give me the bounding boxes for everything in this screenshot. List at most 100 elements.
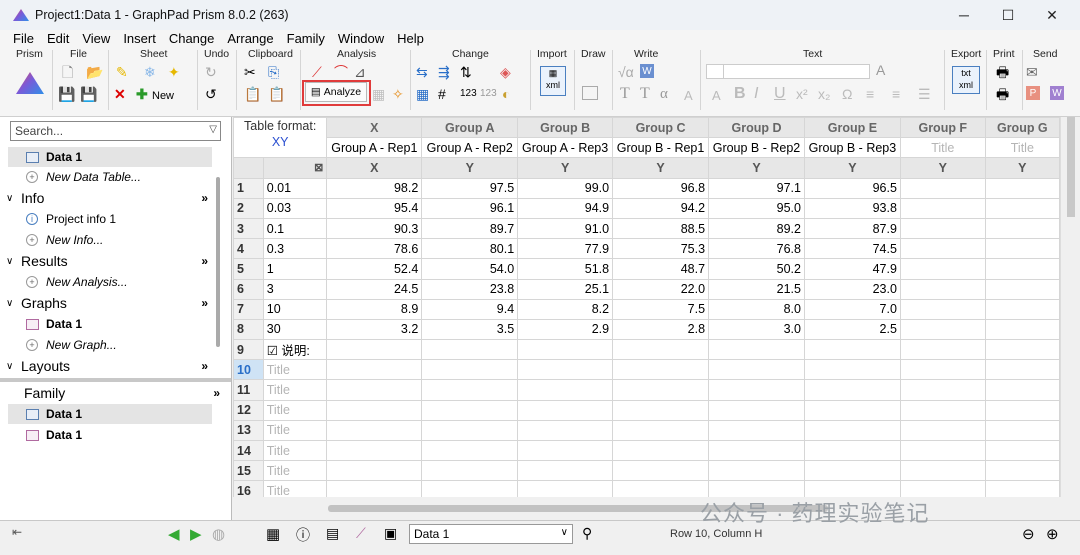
row-label[interactable]: Title xyxy=(262,460,328,482)
data-cell[interactable] xyxy=(708,339,805,361)
data-cell[interactable] xyxy=(899,339,986,361)
menu-help[interactable]: Help xyxy=(397,31,424,46)
sheet-menu-icon[interactable]: ◍ xyxy=(212,525,225,543)
results-view-icon[interactable]: ▤ xyxy=(326,525,339,542)
sidebar-item-project-info[interactable]: i Project info 1 xyxy=(26,212,116,226)
data-cell[interactable]: 97.1 xyxy=(708,177,805,199)
data-cell[interactable] xyxy=(708,439,805,462)
analysis-chart-icon[interactable]: ⊿ xyxy=(354,64,366,80)
data-cell[interactable]: 24.5 xyxy=(326,278,423,300)
horizontal-scrollbar[interactable] xyxy=(233,497,1080,520)
line-spacing-icon[interactable]: ☰ xyxy=(918,86,931,102)
data-cell[interactable]: 89.7 xyxy=(421,217,519,240)
column-header-letter[interactable]: Group C xyxy=(612,117,710,139)
data-cell[interactable]: 74.5 xyxy=(803,238,901,260)
data-cell[interactable]: 95.0 xyxy=(708,197,805,219)
data-cell[interactable] xyxy=(326,439,423,462)
data-cell[interactable]: 88.5 xyxy=(612,217,710,240)
row-number[interactable]: 9 xyxy=(233,339,264,361)
column-title[interactable]: Group B - Rep2 xyxy=(708,137,805,159)
row-label[interactable]: Title xyxy=(262,379,328,401)
navigator-toggle-icon[interactable]: ⇤ xyxy=(12,525,22,539)
increase-font-icon[interactable]: A xyxy=(684,88,693,104)
strike-format-icon[interactable]: 123 xyxy=(480,86,497,102)
open-file-icon[interactable]: 📂 xyxy=(86,64,103,80)
save-icon[interactable]: 💾 xyxy=(58,86,75,102)
data-cell[interactable] xyxy=(984,238,1060,260)
data-cell[interactable] xyxy=(421,359,519,381)
data-cell[interactable] xyxy=(984,460,1060,482)
row-label[interactable]: ☑ 说明: xyxy=(262,339,328,361)
analyze-button[interactable]: ▤ Analyze xyxy=(305,82,367,102)
column-title[interactable]: Title xyxy=(984,137,1060,159)
arrange-columns-icon[interactable]: ⇶ xyxy=(438,64,450,80)
close-button[interactable]: ✕ xyxy=(1030,0,1074,30)
row-number[interactable]: 4 xyxy=(233,238,264,260)
family-item-graph[interactable]: Data 1 xyxy=(26,428,82,442)
sidebar-item-data-1[interactable]: Data 1 xyxy=(8,147,212,167)
data-cell[interactable] xyxy=(517,419,614,442)
data-cell[interactable] xyxy=(612,399,710,421)
data-cell[interactable]: 8.2 xyxy=(517,298,614,320)
data-cell[interactable]: 2.9 xyxy=(517,318,614,341)
data-cell[interactable] xyxy=(517,359,614,381)
data-cell[interactable] xyxy=(899,278,986,300)
data-cell[interactable] xyxy=(708,419,805,442)
column-title[interactable]: Group A - Rep1 xyxy=(326,137,423,159)
expand-more-icon[interactable]: » xyxy=(201,254,208,268)
data-cell[interactable] xyxy=(984,278,1060,300)
data-cell[interactable] xyxy=(517,379,614,401)
data-cell[interactable] xyxy=(984,399,1060,421)
decrease-font-icon[interactable]: A xyxy=(712,88,721,104)
new-sheet-plus-icon[interactable]: ✚ xyxy=(136,86,148,102)
print-preview-icon[interactable]: 🖶 xyxy=(996,86,1009,102)
row-number[interactable]: 13 xyxy=(233,419,264,442)
column-title[interactable]: Group A - Rep3 xyxy=(517,137,614,159)
data-cell[interactable] xyxy=(517,480,614,497)
menu-change[interactable]: Change xyxy=(169,31,215,46)
new-file-icon[interactable]: 🗋 xyxy=(62,64,73,80)
data-cell[interactable]: 23.8 xyxy=(421,278,519,300)
data-cell[interactable] xyxy=(803,460,901,482)
underline-icon[interactable]: U xyxy=(774,86,786,102)
data-cell[interactable]: 8.0 xyxy=(708,298,805,320)
data-cell[interactable] xyxy=(899,258,986,280)
data-cell[interactable] xyxy=(984,258,1060,280)
data-cell[interactable]: 2.8 xyxy=(612,318,710,341)
data-cell[interactable]: 96.1 xyxy=(421,197,519,219)
zoom-in-icon[interactable]: ⊕ xyxy=(1046,525,1059,543)
data-cell[interactable] xyxy=(984,318,1060,341)
data-cell[interactable]: 51.8 xyxy=(517,258,614,280)
new-sheet-button[interactable]: New xyxy=(152,88,174,104)
menu-file[interactable]: File xyxy=(13,31,34,46)
data-cell[interactable] xyxy=(326,419,423,442)
search-input[interactable]: Search... ▽ xyxy=(10,121,221,141)
data-cell[interactable] xyxy=(517,339,614,361)
data-cell[interactable] xyxy=(708,460,805,482)
data-cell[interactable] xyxy=(803,399,901,421)
data-cell[interactable] xyxy=(803,419,901,442)
data-cell[interactable] xyxy=(984,298,1060,320)
data-cell[interactable]: 48.7 xyxy=(612,258,710,280)
sidebar-item-new-graph[interactable]: + New Graph... xyxy=(26,338,117,352)
insert-table-icon[interactable]: ▦ xyxy=(416,86,429,102)
text-tool-icon[interactable]: T xyxy=(620,86,630,102)
magic-star-icon[interactable]: ✦ xyxy=(168,64,180,80)
copy-icon[interactable]: ⎘ xyxy=(268,64,279,80)
menu-view[interactable]: View xyxy=(82,31,110,46)
data-cell[interactable]: 80.1 xyxy=(421,238,519,260)
row-number[interactable]: 16 xyxy=(233,480,264,497)
sqrt-icon[interactable]: √α xyxy=(618,64,634,80)
data-cell[interactable] xyxy=(899,318,986,341)
data-cell[interactable]: 3.2 xyxy=(326,318,423,341)
row-label[interactable]: 0.01 xyxy=(262,177,328,199)
data-cell[interactable] xyxy=(899,298,986,320)
data-cell[interactable] xyxy=(421,379,519,401)
family-item-data-table[interactable]: Data 1 xyxy=(8,404,212,424)
data-cell[interactable] xyxy=(612,359,710,381)
data-cell[interactable] xyxy=(517,439,614,462)
format-brush-icon[interactable]: ✎ xyxy=(116,64,128,80)
data-cell[interactable] xyxy=(326,359,423,381)
data-cell[interactable] xyxy=(326,480,423,497)
data-cell[interactable] xyxy=(421,399,519,421)
